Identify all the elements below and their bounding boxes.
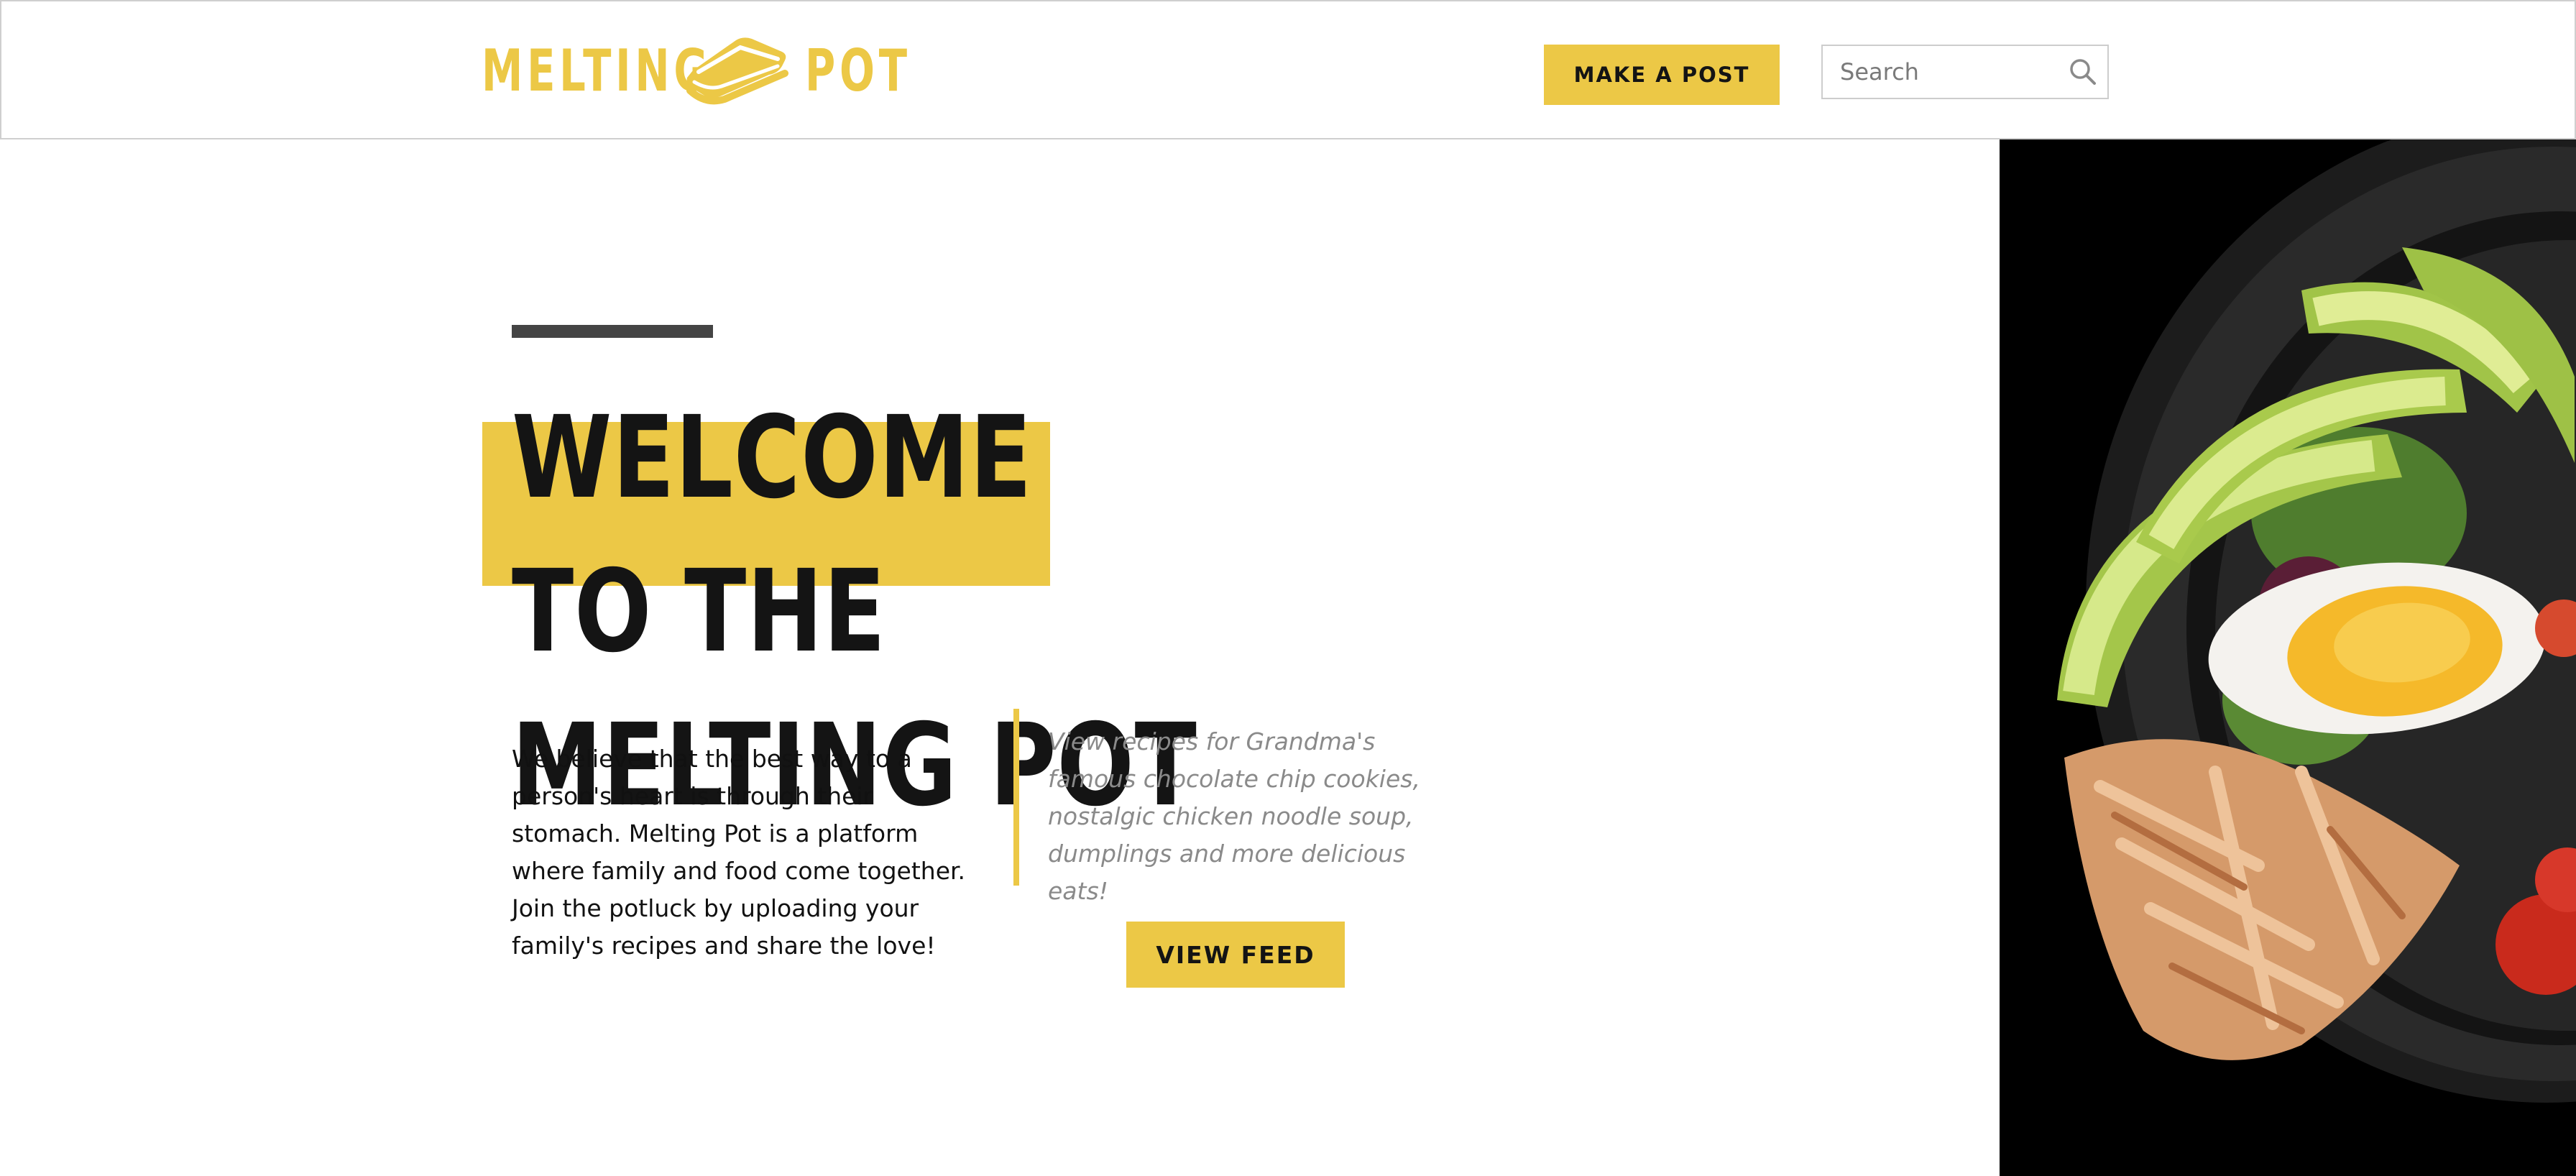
intro-paragraph: We believe that the best way to a person… [512,745,966,960]
quote-accent-bar [1013,709,1019,886]
make-a-post-button[interactable]: MAKE A POST [1544,45,1780,105]
search-box [1821,45,2109,99]
hero-title-line-1: WELCOME TO THE [512,392,1033,678]
view-feed-button[interactable]: VIEW FEED [1126,922,1345,988]
search-input[interactable] [1823,46,2077,98]
search-icon[interactable] [2067,56,2099,88]
sandwich-icon [686,37,788,105]
logo-word-pot: POT [805,37,911,104]
quote-text: View recipes for Grandma's famous chocol… [1048,727,1420,905]
salad-bowl-photo [2000,139,2576,1176]
site-header: MELTING POT MAKE A POST [0,0,2576,139]
title-accent-line [512,325,713,338]
